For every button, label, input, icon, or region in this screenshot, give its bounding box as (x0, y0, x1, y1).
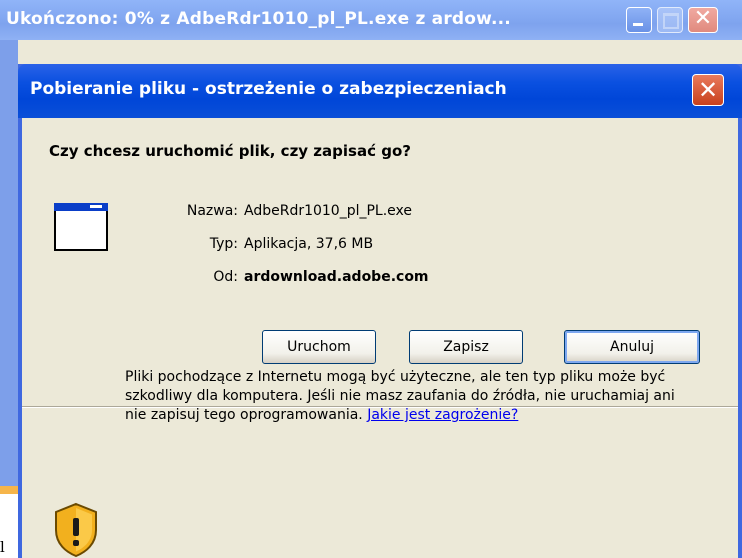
window-frame (0, 40, 18, 488)
from-value: ardownload.adobe.com (244, 269, 429, 285)
dialog-title: Pobieranie pliku - ostrzeżenie o zabezpi… (30, 79, 507, 99)
download-progress-titlebar[interactable]: Ukończono: 0% z AdbeRdr1010_pl_PL.exe z … (0, 0, 742, 40)
run-button[interactable]: Uruchom (262, 330, 376, 364)
security-shield-icon (55, 502, 97, 558)
background-close-button[interactable]: ✕ (688, 6, 718, 33)
type-label: Typ: (209, 236, 238, 252)
from-label: Od: (213, 269, 238, 285)
type-value: Aplikacja, 37,6 MB (244, 236, 374, 252)
maximize-button[interactable] (657, 7, 683, 33)
save-button[interactable]: Zapisz (409, 330, 523, 364)
security-warning-dialog: Pobieranie pliku - ostrzeżenie o zabezpi… (18, 64, 742, 558)
name-value: AdbeRdr1010_pl_PL.exe (244, 203, 413, 219)
dialog-question: Czy chcesz uruchomić plik, czy zapisać g… (49, 142, 411, 160)
file-icon (54, 203, 108, 251)
security-warning-text: Pliki pochodzące z Internetu mogą być uż… (125, 368, 700, 425)
name-label: Nazwa: (186, 203, 238, 219)
stray-text: l (0, 538, 5, 556)
progress-fragment (0, 486, 20, 494)
dialog-body: Czy chcesz uruchomić plik, czy zapisać g… (22, 118, 738, 558)
close-icon: ✕ (697, 76, 719, 104)
dialog-titlebar[interactable]: Pobieranie pliku - ostrzeżenie o zabezpi… (18, 64, 742, 118)
close-icon: ✕ (693, 6, 713, 31)
minimize-icon (633, 23, 643, 26)
download-progress-title: Ukończono: 0% z AdbeRdr1010_pl_PL.exe z … (6, 9, 511, 29)
dialog-close-button[interactable]: ✕ (692, 74, 724, 106)
risk-info-link[interactable]: Jakie jest zagrożenie? (367, 407, 518, 423)
maximize-icon (663, 13, 679, 29)
cancel-button[interactable]: Anuluj (564, 330, 700, 364)
minimize-button[interactable] (626, 7, 652, 33)
